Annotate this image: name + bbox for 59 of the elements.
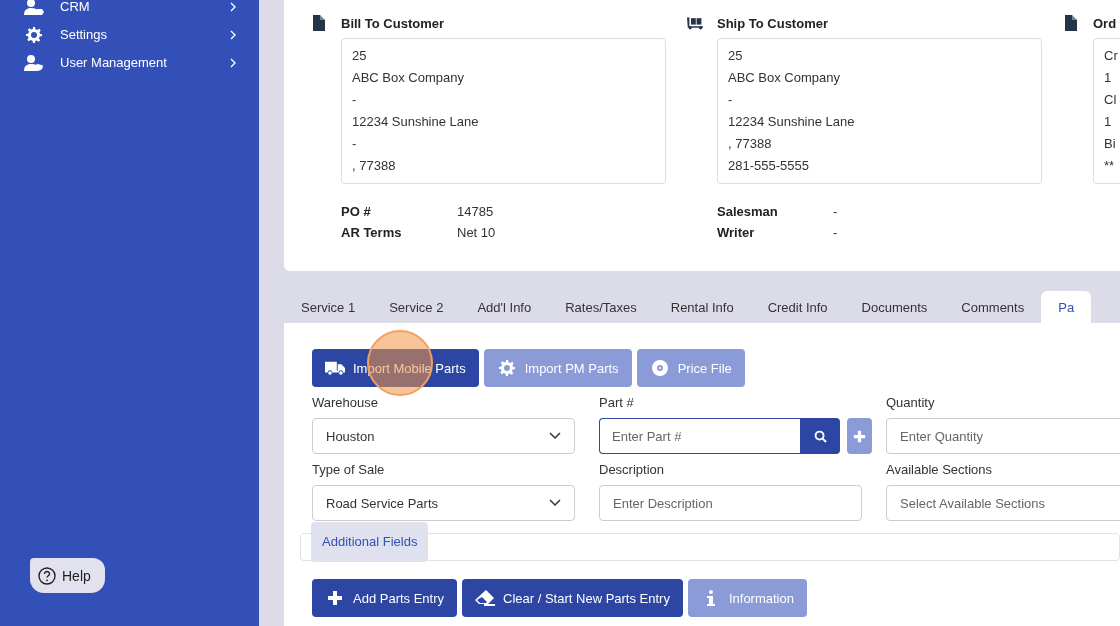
plus-icon [325,590,345,606]
section-title: Bill To Customer [341,15,445,31]
add-button[interactable] [847,418,872,454]
detail-value: - [833,204,839,219]
field-label: Part # [599,395,635,410]
input-field[interactable]: Enter Quantity [886,418,1120,454]
tab[interactable]: Rental Info [653,291,751,323]
input-field[interactable]: Enter Description [599,485,862,521]
chevron-right-icon [229,57,237,68]
tab[interactable]: Pa [1041,291,1092,323]
user-tag-icon [24,0,44,15]
chevron-down-icon [549,499,561,507]
truck-icon [325,360,345,376]
chevron-right-icon [229,29,237,40]
field-label: Quantity [886,395,936,410]
section-title: Ship To Customer [717,15,828,31]
tab[interactable]: Credit Info [750,291,845,323]
action-button[interactable]: Add Parts Entry [312,579,458,617]
document-icon [1063,15,1079,31]
plus-icon [853,429,866,443]
dropdown-select[interactable]: Houston [312,418,575,454]
help-button[interactable]: Help [30,558,105,593]
tab[interactable]: Rates/Taxes [548,291,654,323]
section-title: Ord [1093,15,1117,31]
detail-label: AR Terms [341,225,403,240]
address-box: 25 ABC Box Company - 12234 Sunshine Lane - , 77388 [341,38,666,184]
address-box: Cr 1 Cl 1 Bi ** [1093,38,1120,184]
field-label: Warehouse [312,395,379,410]
detail-value: Net 10 [457,225,497,240]
part-number-field[interactable]: Enter Part # [599,418,800,454]
field-label: Type of Sale [312,462,386,477]
eraser-icon [475,590,496,606]
search-icon [813,429,827,443]
tab[interactable]: Service 2 [372,291,461,323]
tab[interactable]: Comments [944,291,1042,323]
document-icon [311,15,327,31]
action-button[interactable]: Clear / Start New Parts Entry [462,579,683,617]
tab[interactable]: Add'l Info [460,291,549,323]
question-icon [38,566,56,585]
additional-fields-tab[interactable]: Additional Fields [311,521,429,562]
dropdown-select[interactable]: Select Available Sections [886,485,1120,521]
chevron-down-icon [549,432,561,440]
field-label: Description [599,462,666,477]
detail-label: Salesman [717,204,779,219]
detail-label: PO # [341,204,372,219]
chevron-right-icon [229,1,237,12]
gear-icon [496,360,517,376]
search-button[interactable] [800,418,840,454]
address-box: 25 ABC Box Company - 12234 Sunshine Lane , 77388 281-555-5555 [717,38,1042,184]
user-shield-icon [24,54,44,71]
tab[interactable]: Service 1 [284,291,373,323]
field-label: Available Sections [886,462,993,477]
gear-icon [24,26,44,43]
dropdown-select[interactable]: Road Service Parts [312,485,575,521]
detail-label: Writer [717,225,756,240]
detail-value: 14785 [457,204,495,219]
hand-truck-icon [687,15,703,31]
detail-value: - [833,225,839,240]
tab[interactable]: Documents [844,291,945,323]
